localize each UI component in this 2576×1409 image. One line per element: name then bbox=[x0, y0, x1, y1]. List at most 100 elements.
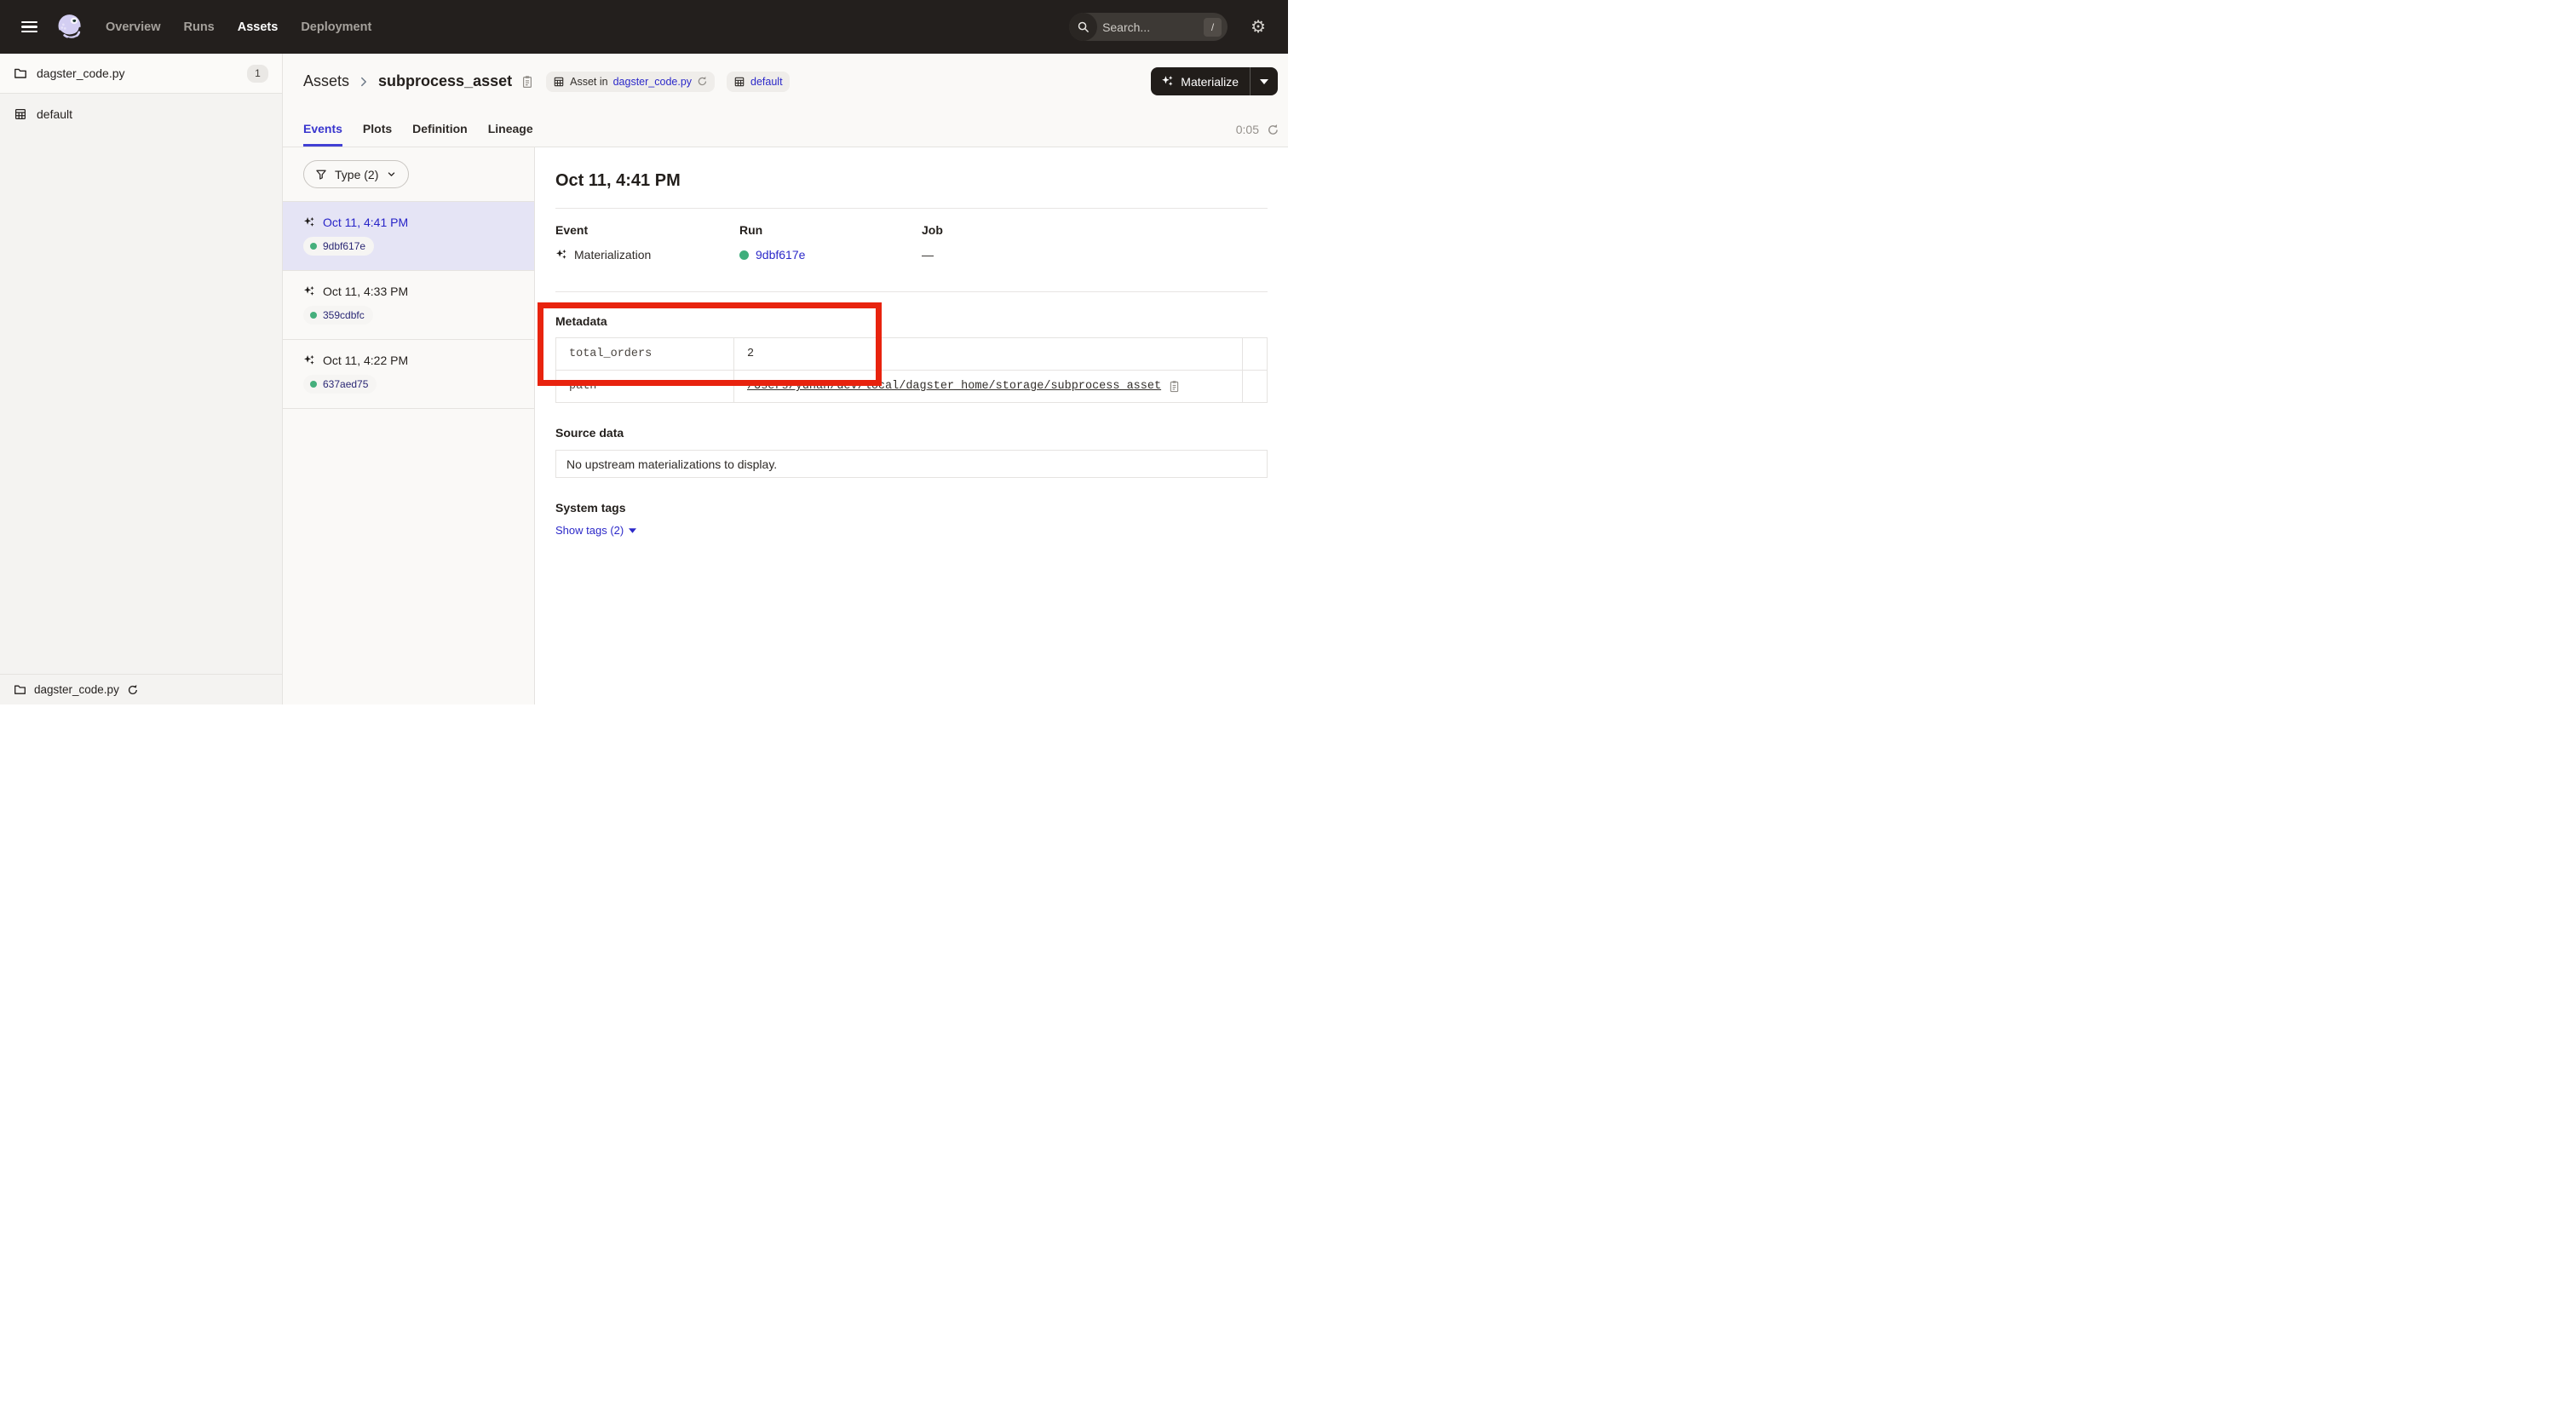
metadata-key: path bbox=[556, 371, 734, 403]
divider bbox=[555, 208, 1268, 209]
run-id-link[interactable]: 9dbf617e bbox=[756, 247, 805, 262]
sidebar-item-dagster-code[interactable]: dagster_code.py 1 bbox=[0, 54, 282, 94]
asset-definition-badge: Asset in dagster_code.py bbox=[546, 72, 715, 92]
event-list-panel: Type (2) Oct 11, 4:41 PM bbox=[283, 147, 535, 704]
sidebar-item-default-group[interactable]: default bbox=[0, 94, 282, 134]
group-grid-icon bbox=[733, 76, 745, 88]
sparkle-icon bbox=[1161, 75, 1174, 88]
run-id-badge[interactable]: 359cdbfc bbox=[303, 306, 373, 325]
event-type-value: Materialization bbox=[574, 247, 651, 262]
group-link[interactable]: default bbox=[750, 76, 783, 88]
copy-asset-name-icon[interactable] bbox=[520, 75, 534, 89]
event-timestamp-link[interactable]: Oct 11, 4:41 PM bbox=[323, 216, 408, 229]
event-filter-bar: Type (2) bbox=[283, 147, 534, 202]
nav-item-runs[interactable]: Runs bbox=[184, 20, 215, 34]
event-list-item[interactable]: Oct 11, 4:22 PM 637aed75 bbox=[283, 340, 534, 409]
materialize-button[interactable]: Materialize bbox=[1151, 75, 1250, 89]
run-label: Run bbox=[739, 223, 922, 238]
materialization-sparkle-icon bbox=[303, 216, 315, 228]
summary-run-col: Run 9dbf617e bbox=[739, 223, 922, 262]
navbar-right: / ⚙ bbox=[1069, 13, 1266, 41]
divider bbox=[555, 291, 1268, 292]
settings-gear-icon[interactable]: ⚙ bbox=[1251, 19, 1266, 36]
tab-definition[interactable]: Definition bbox=[412, 122, 468, 147]
event-timestamp-link[interactable]: Oct 11, 4:33 PM bbox=[323, 285, 408, 298]
materialization-sparkle-icon bbox=[303, 285, 315, 297]
nav-item-assets[interactable]: Assets bbox=[238, 20, 279, 34]
sidebar-item-label: default bbox=[37, 107, 72, 121]
primary-nav: Overview Runs Assets Deployment bbox=[106, 20, 371, 34]
refresh-icon[interactable] bbox=[1267, 124, 1279, 136]
system-tags-heading: System tags bbox=[555, 501, 1268, 515]
badge-prefix-text: Asset in bbox=[570, 76, 607, 88]
event-list-item[interactable]: Oct 11, 4:41 PM 9dbf617e bbox=[283, 202, 534, 271]
folder-icon bbox=[14, 683, 26, 696]
source-data-empty-state: No upstream materializations to display. bbox=[555, 450, 1268, 478]
folder-icon bbox=[14, 66, 27, 80]
reload-code-location-icon[interactable] bbox=[127, 684, 139, 696]
asset-tabs-row: Events Plots Definition Lineage 0:05 bbox=[283, 122, 1288, 147]
materialization-sparkle-icon bbox=[303, 354, 315, 366]
metadata-table: total_orders 2 path /Users/yuhan/dev/loc… bbox=[555, 337, 1268, 403]
main-panel: Assets subprocess_asset Asset in dagster… bbox=[283, 54, 1288, 704]
metadata-endcap-cell bbox=[1243, 371, 1268, 403]
asset-count-badge: 1 bbox=[247, 65, 268, 83]
type-filter-button[interactable]: Type (2) bbox=[303, 160, 409, 188]
event-list-item[interactable]: Oct 11, 4:33 PM 359cdbfc bbox=[283, 271, 534, 340]
run-id-text: 9dbf617e bbox=[323, 240, 365, 252]
asset-group-icon bbox=[14, 107, 27, 121]
sidebar-footer-code-location[interactable]: dagster_code.py bbox=[0, 674, 282, 704]
code-location-label: dagster_code.py bbox=[34, 683, 119, 696]
search-icon bbox=[1069, 13, 1097, 41]
filter-funnel-icon bbox=[315, 169, 327, 181]
run-id-text: 637aed75 bbox=[323, 378, 368, 390]
materialize-label: Materialize bbox=[1181, 75, 1239, 89]
materialize-dropdown-caret[interactable] bbox=[1251, 79, 1278, 84]
metadata-value: 2 bbox=[734, 338, 1243, 371]
caret-down-icon bbox=[629, 528, 636, 533]
reload-definition-icon[interactable] bbox=[697, 76, 708, 87]
source-data-heading: Source data bbox=[555, 426, 1268, 440]
event-summary-grid: Event Materialization Run bbox=[555, 223, 1268, 262]
run-id-badge[interactable]: 9dbf617e bbox=[303, 237, 374, 256]
path-link[interactable]: /Users/yuhan/dev/local/dagster_home/stor… bbox=[747, 380, 1161, 393]
event-detail-title: Oct 11, 4:41 PM bbox=[555, 170, 1268, 192]
summary-event-col: Event Materialization bbox=[555, 223, 739, 262]
asset-group-badge: default bbox=[727, 72, 790, 92]
search-input[interactable] bbox=[1097, 20, 1204, 34]
asset-catalog-sidebar: dagster_code.py 1 default dagster_code.p… bbox=[0, 54, 283, 704]
run-success-dot bbox=[310, 243, 317, 250]
refresh-status: 0:05 bbox=[1236, 123, 1279, 147]
source-data-empty-message: No upstream materializations to display. bbox=[566, 457, 777, 471]
tab-lineage[interactable]: Lineage bbox=[488, 122, 533, 147]
code-location-link[interactable]: dagster_code.py bbox=[613, 76, 692, 88]
event-detail-panel: Oct 11, 4:41 PM Event Materialization bbox=[535, 147, 1288, 704]
show-tags-toggle[interactable]: Show tags (2) bbox=[555, 524, 636, 537]
search-shortcut-key: / bbox=[1204, 18, 1222, 37]
tab-plots[interactable]: Plots bbox=[363, 122, 392, 147]
nav-item-overview[interactable]: Overview bbox=[106, 20, 161, 34]
sidebar-item-label: dagster_code.py bbox=[37, 66, 125, 80]
top-navbar: Overview Runs Assets Deployment / ⚙ bbox=[0, 0, 1288, 54]
asset-grid-icon bbox=[553, 76, 565, 88]
tab-events[interactable]: Events bbox=[303, 122, 342, 147]
refresh-countdown: 0:05 bbox=[1236, 123, 1259, 136]
summary-job-col: Job — bbox=[922, 223, 1268, 262]
nav-item-deployment[interactable]: Deployment bbox=[301, 20, 371, 34]
run-id-text: 359cdbfc bbox=[323, 309, 365, 321]
run-success-dot bbox=[310, 312, 317, 319]
show-tags-label: Show tags (2) bbox=[555, 524, 624, 537]
asset-name-title: subprocess_asset bbox=[378, 72, 512, 90]
asset-page-header: Assets subprocess_asset Asset in dagster… bbox=[283, 54, 1288, 147]
breadcrumb: Assets subprocess_asset Asset in dagster… bbox=[283, 67, 1288, 95]
breadcrumb-assets-link[interactable]: Assets bbox=[303, 72, 349, 90]
run-id-badge[interactable]: 637aed75 bbox=[303, 375, 377, 394]
metadata-endcap-cell bbox=[1243, 338, 1268, 371]
copy-path-icon[interactable] bbox=[1168, 380, 1181, 393]
dagster-logo-icon[interactable] bbox=[55, 12, 85, 43]
run-success-dot bbox=[310, 381, 317, 388]
event-timestamp-link[interactable]: Oct 11, 4:22 PM bbox=[323, 354, 408, 367]
table-row: total_orders 2 bbox=[556, 338, 1268, 371]
menu-icon[interactable] bbox=[21, 21, 37, 32]
job-value: — bbox=[922, 247, 934, 262]
